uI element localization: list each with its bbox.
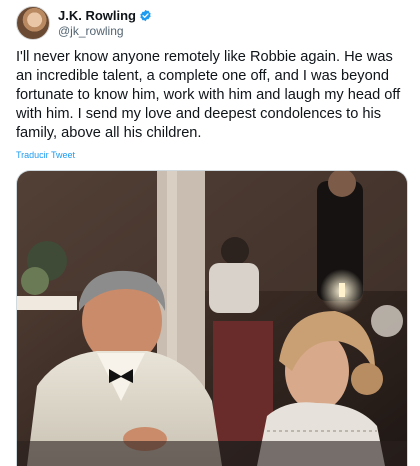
verified-badge-icon <box>140 9 151 22</box>
avatar[interactable] <box>16 6 50 40</box>
author-handle[interactable]: @jk_rowling <box>58 24 152 38</box>
tweet-text: I'll never know anyone remotely like Rob… <box>16 49 401 141</box>
author-name[interactable]: J.K. Rowling <box>58 8 136 23</box>
tweet-card: J.K. Rowling @jk_rowling I'll never know… <box>0 0 420 466</box>
author-name-row: J.K. Rowling <box>58 8 152 23</box>
photo-image <box>17 171 407 466</box>
translate-tweet-link[interactable]: Traducir Tweet <box>16 150 75 160</box>
tweet-header: J.K. Rowling @jk_rowling <box>16 6 152 40</box>
tweet-photo[interactable] <box>16 170 408 466</box>
author-info: J.K. Rowling @jk_rowling <box>58 8 152 38</box>
